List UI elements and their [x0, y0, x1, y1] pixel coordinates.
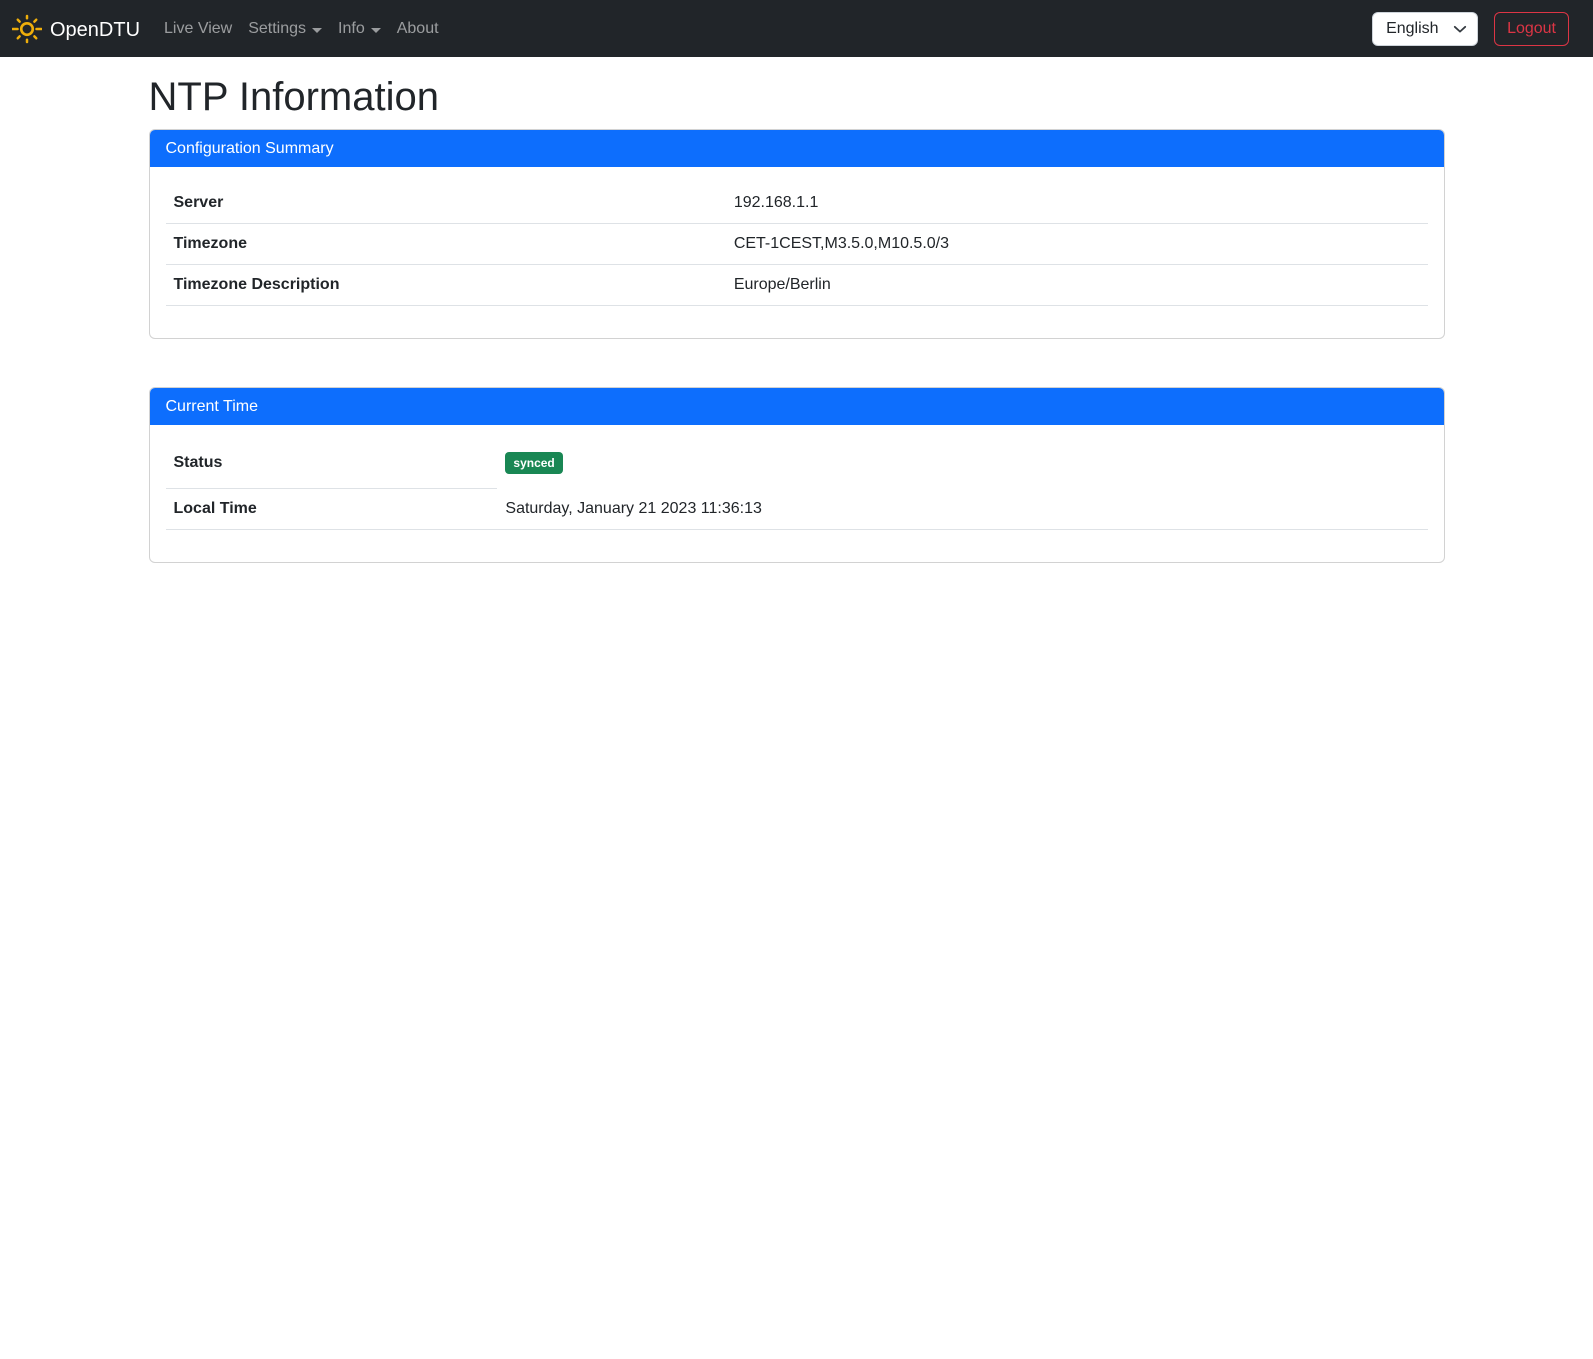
caret-down-icon	[371, 28, 381, 33]
current-time-card: Current Time Status synced Local Time Sa…	[149, 387, 1445, 563]
configuration-summary-card: Configuration Summary Server 192.168.1.1…	[149, 129, 1445, 339]
nav-item-live-view[interactable]: Live View	[156, 12, 240, 46]
row-value: CET-1CEST,M3.5.0,M10.5.0/3	[726, 224, 1428, 265]
row-label: Timezone	[166, 224, 726, 265]
caret-down-icon	[312, 28, 322, 33]
nav-menu: Live View Settings Info About	[156, 12, 447, 46]
brand-title: OpenDTU	[50, 18, 140, 40]
table-row-timezone: Timezone CET-1CEST,M3.5.0,M10.5.0/3	[166, 224, 1428, 265]
row-label: Status	[166, 441, 498, 489]
language-select-wrapper: English	[1372, 12, 1478, 46]
row-label: Local Time	[166, 489, 498, 530]
navbar-right: English Logout	[1372, 12, 1569, 46]
configuration-summary-table: Server 192.168.1.1 Timezone CET-1CEST,M3…	[166, 183, 1428, 306]
row-value: 192.168.1.1	[726, 183, 1428, 224]
sun-icon	[12, 14, 42, 44]
table-row-status: Status synced	[166, 441, 1428, 489]
nav-item-label: Settings	[248, 20, 306, 38]
nav-item-info[interactable]: Info	[330, 12, 389, 46]
table-row-local-time: Local Time Saturday, January 21 2023 11:…	[166, 489, 1428, 530]
nav-item-label: Live View	[164, 20, 232, 38]
current-time-table: Status synced Local Time Saturday, Janua…	[166, 441, 1428, 530]
nav-item-about[interactable]: About	[389, 12, 447, 46]
nav-item-label: About	[397, 20, 439, 38]
card-header-configuration-summary: Configuration Summary	[150, 130, 1444, 167]
nav-item-label: Info	[338, 20, 365, 38]
main-content: NTP Information Configuration Summary Se…	[137, 73, 1457, 563]
row-label: Timezone Description	[166, 265, 726, 306]
nav-item-settings[interactable]: Settings	[240, 12, 330, 46]
status-badge: synced	[505, 452, 562, 474]
logout-button[interactable]: Logout	[1494, 12, 1569, 46]
page-title: NTP Information	[149, 73, 1445, 121]
card-body: Server 192.168.1.1 Timezone CET-1CEST,M3…	[150, 167, 1444, 338]
brand-link[interactable]: OpenDTU	[12, 14, 140, 44]
language-select[interactable]: English	[1372, 12, 1478, 46]
card-header-current-time: Current Time	[150, 388, 1444, 425]
row-value: Europe/Berlin	[726, 265, 1428, 306]
card-body: Status synced Local Time Saturday, Janua…	[150, 425, 1444, 562]
table-row-timezone-description: Timezone Description Europe/Berlin	[166, 265, 1428, 306]
row-value: Saturday, January 21 2023 11:36:13	[497, 489, 1427, 530]
row-value: synced	[497, 441, 1427, 489]
table-row-server: Server 192.168.1.1	[166, 183, 1428, 224]
row-label: Server	[166, 183, 726, 224]
navbar: OpenDTU Live View Settings Info About En…	[0, 0, 1593, 57]
